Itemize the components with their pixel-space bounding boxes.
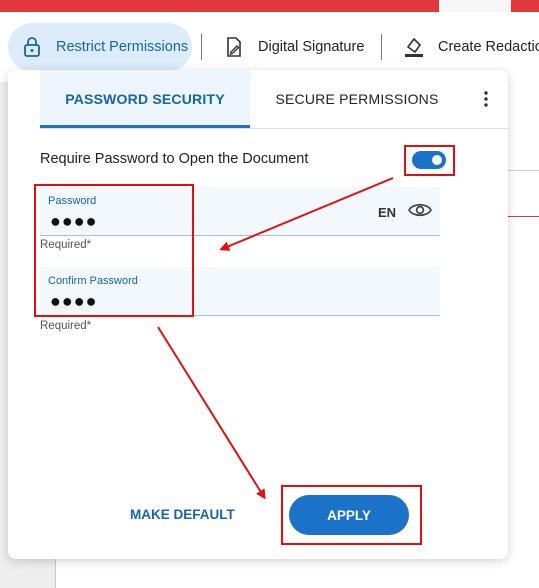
arrow-fields-to-apply [157, 326, 266, 500]
arrow-toggle-to-fields [219, 177, 394, 251]
annotation-arrows [157, 177, 394, 500]
